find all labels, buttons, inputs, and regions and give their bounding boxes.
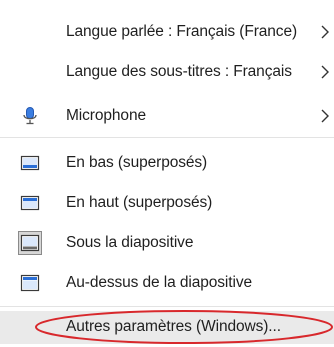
microphone-icon (23, 107, 37, 125)
caption-bottom-overlay-icon (20, 155, 40, 171)
menu-item-caption-below-slide[interactable]: Sous la diapositive (0, 223, 334, 263)
menu-item-label: Langue des sous-titres : Français (66, 63, 292, 80)
menu-item-label: Langue parlée : Français (France) (66, 23, 298, 40)
menu-item-label: En haut (superposés) (66, 194, 213, 211)
chevron-right-icon (321, 65, 329, 79)
context-menu: Langue parlée : Français (France) Langue… (0, 0, 334, 344)
menu-item-label: Sous la diapositive (66, 234, 194, 251)
menu-item-microphone[interactable]: Microphone (0, 96, 334, 136)
menu-item-caption-above-slide[interactable]: Au-dessus de la diapositive (0, 263, 334, 303)
menu-item-label: Microphone (66, 107, 146, 124)
caption-below-slide-icon (18, 231, 42, 255)
menu-item-other-settings[interactable]: Autres paramètres (Windows)... (0, 307, 334, 347)
menu-item-subtitle-language[interactable]: Langue des sous-titres : Français (0, 52, 334, 92)
menu-item-label: En bas (superposés) (66, 154, 208, 171)
chevron-right-icon (321, 109, 329, 123)
caption-top-overlay-icon (20, 195, 40, 211)
menu-item-label: Autres paramètres (Windows)... (66, 318, 281, 335)
menu-item-caption-bottom-overlay[interactable]: En bas (superposés) (0, 143, 334, 183)
menu-item-label: Au-dessus de la diapositive (66, 274, 252, 291)
chevron-right-icon (321, 25, 329, 39)
menu-item-caption-top-overlay[interactable]: En haut (superposés) (0, 183, 334, 223)
caption-above-slide-icon (20, 274, 40, 292)
menu-item-spoken-language[interactable]: Langue parlée : Français (France) (0, 12, 334, 52)
menu-divider (0, 137, 334, 138)
